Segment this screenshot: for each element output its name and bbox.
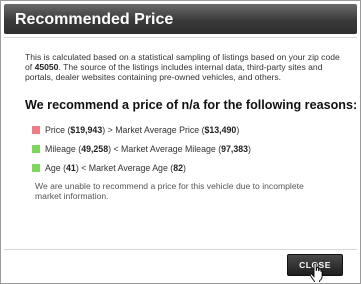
reason-mileage: Mileage (49,258) < Market Average Mileag… xyxy=(32,142,352,156)
recommended-price-dialog: Recommended Price This is calculated bas… xyxy=(0,0,361,284)
reason-list: Price ($19,943) > Market Average Price (… xyxy=(32,123,352,180)
reason-age: Age (41) < Market Average Age (82) xyxy=(32,161,352,175)
dialog-titlebar: Recommended Price xyxy=(4,4,357,34)
incomplete-info-note: We are unable to recommend a price for t… xyxy=(35,181,304,202)
divider xyxy=(4,37,357,38)
description-text: This is calculated based on a statistica… xyxy=(25,52,340,83)
zip-code: 45050 xyxy=(34,62,59,73)
status-swatch xyxy=(32,164,40,172)
status-swatch xyxy=(32,145,40,153)
recommendation-headline: We recommend a price of n/a for the foll… xyxy=(25,98,358,112)
hand-pointer-icon xyxy=(310,263,323,282)
dialog-title: Recommended Price xyxy=(15,11,174,28)
status-swatch xyxy=(32,126,40,134)
divider xyxy=(4,249,357,250)
reason-price: Price ($19,943) > Market Average Price (… xyxy=(32,123,352,137)
